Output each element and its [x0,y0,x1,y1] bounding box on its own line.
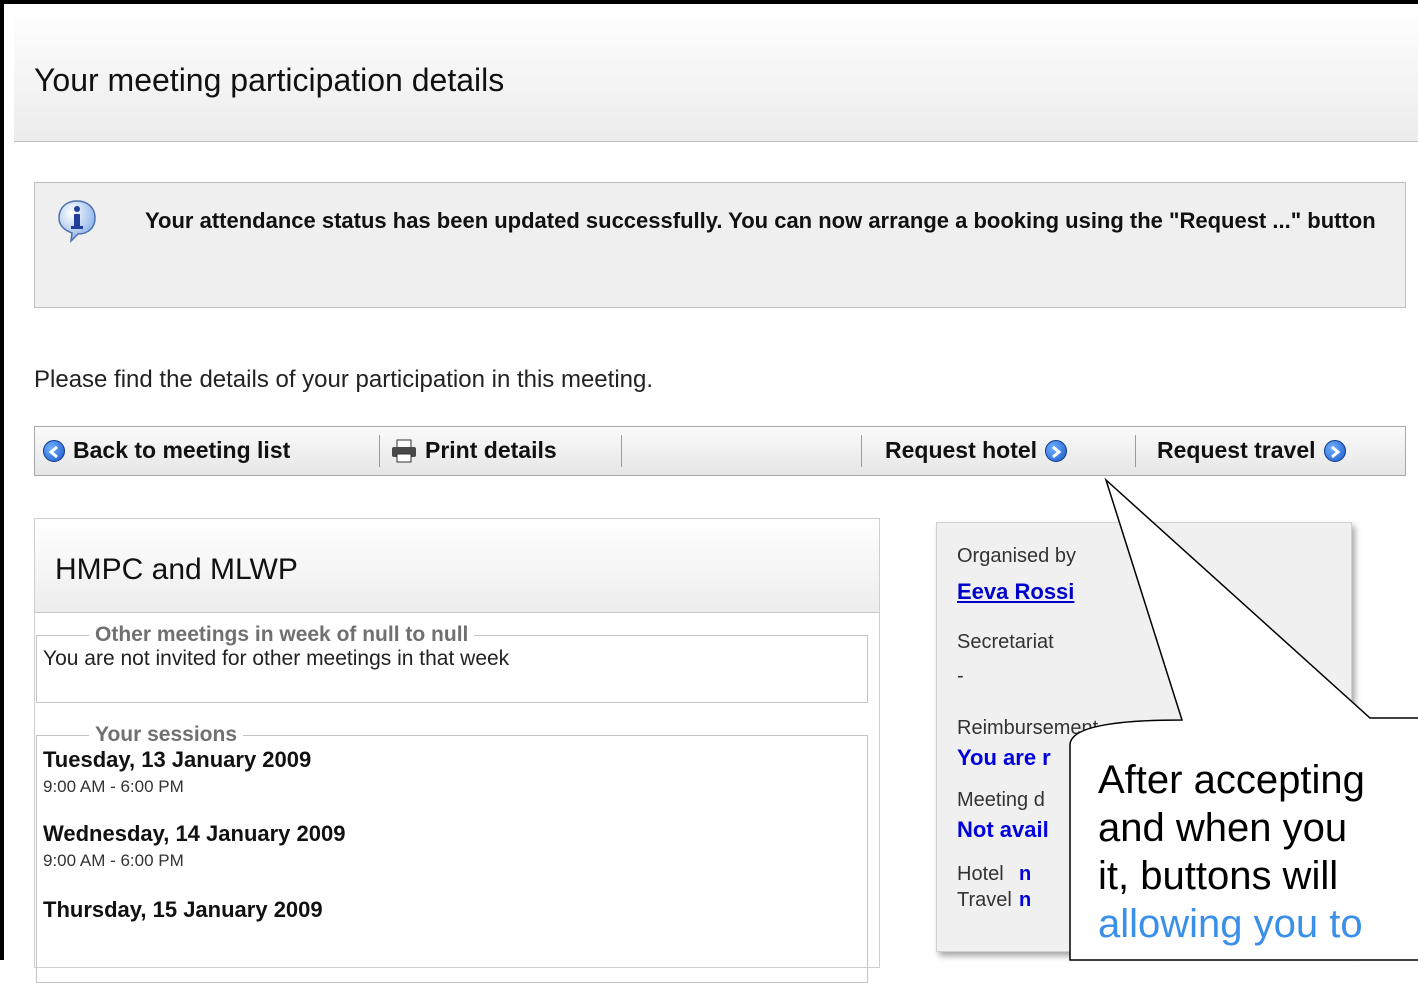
secretariat-value: - [957,665,964,687]
print-label: Print details [425,437,557,463]
organiser-link[interactable]: Eeva Rossi [957,579,1074,605]
reimbursement-value: You are r [957,745,1051,770]
arrow-right-icon [1045,439,1068,462]
session-day: Thursday, 15 January 2009 [43,897,323,922]
travel-status-value: n [1019,889,1032,911]
toolbar-divider [1135,435,1136,467]
travel-status-label: Travel [957,889,1012,911]
session-day: Tuesday, 13 January 2009 [43,747,312,772]
toolbar-divider [621,435,622,467]
callout-line: allowing you to [1098,902,1363,946]
page-title: Your meeting participation details [34,62,505,98]
info-icon [57,199,97,244]
other-meetings-text: You are not invited for other meetings i… [43,647,510,670]
toolbar-divider [379,435,380,467]
session-time: 9:00 AM - 6:00 PM [43,851,184,870]
meeting-details-panel: HMPC and MLWP Other meetings in week of … [34,518,880,983]
hotel-status-label: Hotel [957,863,1004,885]
request-travel-button[interactable]: Request travel [1157,437,1346,464]
action-toolbar: Back to meeting list Print details Reque… [34,426,1406,476]
meeting-docs-label: Meeting d [957,789,1045,811]
arrow-left-icon [43,439,65,462]
status-notice: Your attendance status has been updated … [34,182,1406,308]
status-message: Your attendance status has been updated … [145,208,1376,233]
organised-by-label: Organised by [957,545,1076,567]
printer-icon [391,439,417,463]
sessions-fieldset: Your sessions Tuesday, 13 January 2009 9… [36,723,868,983]
request-hotel-label: Request hotel [885,437,1038,463]
sessions-legend: Your sessions [95,723,237,746]
callout-line: After accepting [1098,758,1365,802]
hotel-status-value: n [1019,863,1032,885]
other-meetings-legend: Other meetings in week of null to null [95,623,469,646]
back-label: Back to meeting list [73,437,291,463]
session-time: 9:00 AM - 6:00 PM [43,777,184,796]
request-travel-label: Request travel [1157,437,1316,463]
callout-line: and when you [1098,806,1348,850]
secretariat-label: Secretariat [957,631,1054,653]
session-day: Wednesday, 14 January 2009 [43,821,346,846]
meeting-docs-value: Not avail [957,817,1049,842]
callout-line: it, buttons will [1098,854,1339,898]
back-to-meeting-list-button[interactable]: Back to meeting list [43,437,290,464]
print-details-button[interactable]: Print details [391,437,557,464]
page-header: Your meeting participation details [14,4,1418,142]
callout-text: After accepting and when you it, buttons… [1098,756,1418,948]
meeting-title: HMPC and MLWP [35,519,879,613]
request-hotel-button[interactable]: Request hotel [885,437,1068,464]
other-meetings-fieldset: Other meetings in week of null to null Y… [36,623,868,703]
toolbar-divider [861,435,862,467]
intro-text: Please find the details of your particip… [34,366,654,393]
arrow-right-icon [1323,439,1346,462]
